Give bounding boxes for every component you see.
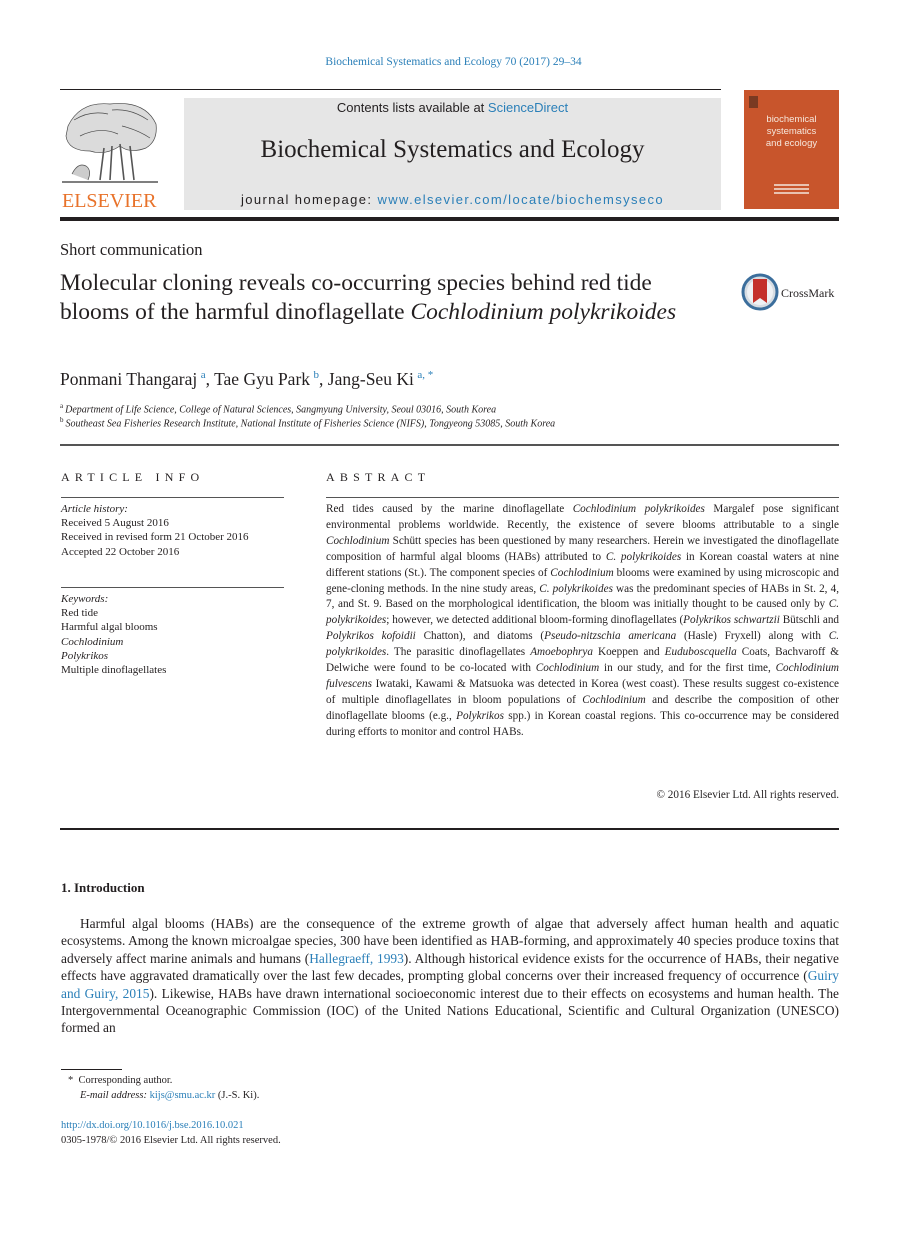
text-run: Koeppen and xyxy=(592,646,665,659)
keywords-label: Keywords: xyxy=(61,593,109,605)
abstract-rule xyxy=(326,497,839,498)
author-name[interactable]: Tae Gyu Park xyxy=(214,369,310,389)
keyword: Polykrikos xyxy=(61,649,109,662)
header-divider xyxy=(60,444,839,446)
article-history: Article history: Received 5 August 2016 … xyxy=(61,502,249,559)
species-name: Cochlodinium xyxy=(550,566,614,579)
species-name: Cochlodinium xyxy=(582,693,646,706)
homepage-prefix: journal homepage: xyxy=(240,192,378,207)
abstract-text: Red tides caused by the marine dinoflage… xyxy=(326,502,839,741)
author-name[interactable]: Ponmani Thangaraj xyxy=(60,369,197,389)
author-separator: , xyxy=(319,369,328,389)
author-separator: , xyxy=(205,369,215,389)
cover-title: biochemical systematics and ecology xyxy=(744,114,839,150)
species-name: C. polykrikoides xyxy=(605,550,682,563)
history-item: Received 5 August 2016 xyxy=(61,517,169,530)
text-run: in our study, and for the first time, xyxy=(599,662,776,675)
cover-footer-marks xyxy=(774,184,809,194)
contents-prefix: Contents lists available at xyxy=(336,100,488,115)
species-name: Euduboscquella xyxy=(664,646,737,659)
species-name: Cochlodinium xyxy=(326,534,390,547)
author-name[interactable]: Jang-Seu Ki xyxy=(328,369,414,389)
homepage-link[interactable]: www.elsevier.com/locate/biochemsyseco xyxy=(377,192,664,207)
crossmark-button[interactable]: CrossMark xyxy=(741,273,841,313)
elsevier-wordmark: ELSEVIER xyxy=(62,190,157,212)
crossmark-label: CrossMark xyxy=(781,286,835,300)
corresponding-author-note: * Corresponding author. xyxy=(68,1075,172,1086)
masthead-bottom-rule xyxy=(60,217,839,221)
journal-name: Biochemical Systematics and Ecology xyxy=(260,136,645,163)
species-name: C. polykrikoides xyxy=(539,582,613,595)
history-label: Article history: xyxy=(61,503,128,515)
keywords-rule xyxy=(61,587,284,588)
footnote-mark: * xyxy=(68,1075,74,1086)
affiliation-text: Southeast Sea Fisheries Research Institu… xyxy=(65,418,556,430)
affiliation-mark: a xyxy=(60,402,64,410)
affiliation-mark: b xyxy=(60,416,64,424)
species-name: Amoebophrya xyxy=(530,646,593,659)
article-info-rule xyxy=(61,497,284,498)
article-type: Short communication xyxy=(60,240,203,259)
author-affil-mark[interactable]: a, * xyxy=(417,369,433,381)
history-item: Received in revised form 21 October 2016 xyxy=(61,531,249,544)
citation-link[interactable]: Hallegraeff, 1993 xyxy=(309,951,404,966)
elsevier-logo[interactable]: ELSEVIER xyxy=(60,96,162,212)
text-run: Chatton), and diatoms ( xyxy=(415,630,545,643)
masthead-top-rule xyxy=(60,89,721,90)
section-heading-introduction: 1. Introduction xyxy=(61,880,145,895)
affiliation: a Department of Life Science, College of… xyxy=(60,402,496,415)
crossmark-icon xyxy=(741,273,779,311)
email-suffix: (J.-S. Ki). xyxy=(215,1090,260,1101)
cover-publisher-icon xyxy=(749,96,758,108)
text-run: ). Likewise, HABs have drawn internation… xyxy=(61,985,840,1036)
journal-homepage: journal homepage: www.elsevier.com/locat… xyxy=(184,192,721,207)
abstract-heading: ABSTRACT xyxy=(326,470,431,484)
text-run: . The parasitic dinoflagellates xyxy=(386,646,531,659)
article-title: Molecular cloning reveals co-occurring s… xyxy=(60,269,720,327)
abstract-end-rule xyxy=(60,828,839,830)
keyword: Cochlodinium xyxy=(61,635,124,648)
keyword: Red tide xyxy=(61,607,98,620)
keyword: Harmful algal blooms xyxy=(61,621,158,634)
issn-line: 0305-1978/© 2016 Elsevier Ltd. All right… xyxy=(61,1135,281,1146)
text-run: ; however, we detected additional bloom-… xyxy=(386,614,684,627)
title-species: Cochlodinium polykrikoides xyxy=(410,299,677,325)
affiliation: b Southeast Sea Fisheries Research Insti… xyxy=(60,416,555,429)
history-item: Accepted 22 October 2016 xyxy=(61,545,180,558)
cover-title-line: systematics xyxy=(766,126,817,137)
cover-title-line: and ecology xyxy=(765,138,818,149)
species-name: Polykrikos xyxy=(456,709,504,722)
text-run: Red tides caused by the marine dinoflage… xyxy=(326,503,573,515)
journal-citation[interactable]: Biochemical Systematics and Ecology 70 (… xyxy=(0,56,907,68)
species-name: Pseudo-nitzschia americana xyxy=(544,630,677,643)
footnote-rule xyxy=(61,1069,122,1070)
text-run: Bütschli and xyxy=(779,614,840,627)
footnote-text: Corresponding author. xyxy=(78,1075,173,1086)
article-info-heading: ARTICLE INFO xyxy=(61,470,205,484)
sciencedirect-link[interactable]: ScienceDirect xyxy=(488,100,568,115)
email-note: E-mail address: kijs@smu.ac.kr (J.-S. Ki… xyxy=(80,1090,259,1101)
email-link[interactable]: kijs@smu.ac.kr xyxy=(150,1090,216,1101)
species-name: Cochlodinium polykrikoides xyxy=(572,503,705,515)
species-name: Cochlodinium xyxy=(535,662,600,675)
contents-line: Contents lists available at ScienceDirec… xyxy=(184,100,721,115)
abstract-copyright: © 2016 Elsevier Ltd. All rights reserved… xyxy=(656,789,840,801)
doi-link[interactable]: http://dx.doi.org/10.1016/j.bse.2016.10.… xyxy=(61,1120,244,1131)
elsevier-tree-icon xyxy=(62,103,158,183)
email-label: E-mail address: xyxy=(80,1090,147,1101)
cover-title-line: biochemical xyxy=(766,114,817,125)
keyword: Multiple dinoflagellates xyxy=(61,664,167,677)
species-name: Polykrikos kofoidii xyxy=(326,630,416,643)
author-list: Ponmani Thangaraj a, Tae Gyu Park b, Jan… xyxy=(60,369,433,390)
text-run: (Hasle) Fryxell) along with xyxy=(676,630,829,643)
keywords: Keywords: Red tide Harmful algal blooms … xyxy=(61,592,166,677)
species-name: Polykrikos schwartzii xyxy=(683,614,780,627)
affiliation-text: Department of Life Science, College of N… xyxy=(65,404,497,416)
introduction-paragraph: Harmful algal blooms (HABs) are the cons… xyxy=(61,915,839,1037)
journal-cover-thumbnail[interactable]: biochemical systematics and ecology xyxy=(744,90,839,209)
